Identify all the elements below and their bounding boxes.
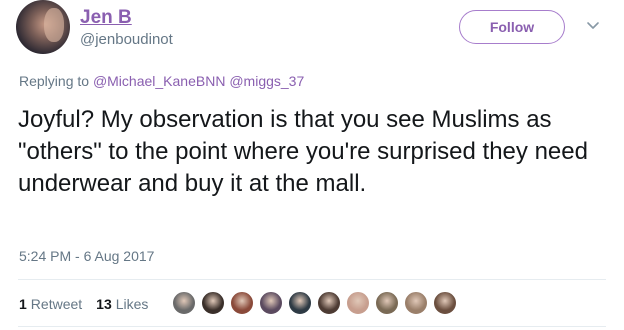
liker-avatar[interactable] bbox=[230, 291, 254, 315]
tweet-timestamp[interactable]: 5:24 PM - 6 Aug 2017 bbox=[19, 248, 154, 264]
replying-to: Replying to @Michael_KaneBNN @miggs_37 bbox=[19, 73, 304, 89]
chevron-down-icon[interactable] bbox=[586, 18, 600, 32]
liker-avatars bbox=[172, 291, 462, 315]
user-avatar[interactable] bbox=[16, 0, 70, 54]
display-name[interactable]: Jen B bbox=[80, 7, 132, 29]
liker-avatar[interactable] bbox=[259, 291, 283, 315]
retweets-stat[interactable]: 1 Retweet bbox=[19, 296, 82, 312]
likes-label: Likes bbox=[115, 296, 149, 312]
likes-stat[interactable]: 13 Likes bbox=[96, 296, 148, 312]
liker-avatar[interactable] bbox=[201, 291, 225, 315]
liker-avatar[interactable] bbox=[317, 291, 341, 315]
liker-avatar[interactable] bbox=[433, 291, 457, 315]
liker-avatar[interactable] bbox=[288, 291, 312, 315]
mention-link[interactable]: @miggs_37 bbox=[229, 73, 304, 89]
divider bbox=[18, 326, 606, 327]
user-handle[interactable]: @jenboudinot bbox=[80, 31, 173, 48]
retweets-count: 1 bbox=[19, 296, 27, 312]
divider bbox=[18, 279, 606, 280]
follow-button[interactable]: Follow bbox=[459, 10, 565, 44]
liker-avatar[interactable] bbox=[172, 291, 196, 315]
liker-avatar[interactable] bbox=[404, 291, 428, 315]
liker-avatar[interactable] bbox=[375, 291, 399, 315]
tweet-stats: 1 Retweet 13 Likes bbox=[19, 296, 162, 312]
tweet-text: Joyful? My observation is that you see M… bbox=[18, 106, 588, 197]
avatar-face-shade bbox=[44, 8, 64, 42]
liker-avatar[interactable] bbox=[346, 291, 370, 315]
likes-count: 13 bbox=[96, 296, 112, 312]
replying-to-prefix: Replying to bbox=[19, 73, 90, 89]
mention-link[interactable]: @Michael_KaneBNN bbox=[93, 73, 226, 89]
retweets-label: Retweet bbox=[30, 296, 83, 312]
